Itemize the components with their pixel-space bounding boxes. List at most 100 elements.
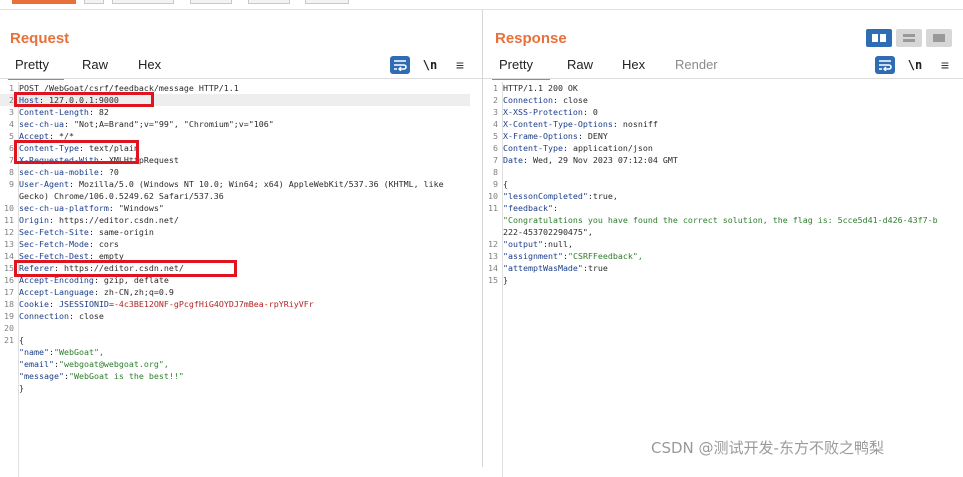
line-text: X-Content-Type-Options: nosniff (503, 119, 658, 129)
line-text: Origin: https://editor.csdn.net/ (19, 215, 179, 225)
highlight-box-referer (14, 260, 237, 277)
line-text: { (503, 179, 508, 189)
line-number: 13 (4, 239, 14, 249)
code-line: 222-453702290475", (484, 226, 960, 238)
code-line: 6 Content-Type: application/json (484, 142, 960, 154)
response-pane: Response Pretty Raw Hex Render \n ≡ 1 HTT… (483, 10, 963, 477)
code-line: 3 Content-Length: 82 (0, 106, 470, 118)
request-title: Request (10, 30, 70, 47)
tab-raw[interactable]: Raw (82, 57, 108, 72)
line-text: Content-Length: 82 (19, 107, 109, 117)
line-text: "feedback": (503, 203, 558, 213)
layout-toggle (866, 29, 956, 47)
line-number: 11 (488, 203, 498, 213)
watermark: CSDN @测试开发-东方不败之鸭梨 (651, 439, 884, 457)
tab-hex[interactable]: Hex (622, 57, 645, 72)
menu-icon[interactable]: ≡ (450, 56, 470, 74)
line-text: "Congratulations you have found the corr… (503, 215, 938, 225)
top-tab[interactable] (248, 0, 290, 4)
tab-raw[interactable]: Raw (567, 57, 593, 72)
line-number: 12 (4, 227, 14, 237)
code-line: 9 User-Agent: Mozilla/5.0 (Windows NT 10.… (0, 178, 470, 190)
tab-pretty[interactable]: Pretty (499, 57, 533, 72)
request-pane: Request Pretty Raw Hex \n ≡ 1 POST /WebGo… (0, 10, 483, 477)
line-number: 8 (9, 167, 14, 177)
line-text: "output":null, (503, 239, 573, 249)
line-text: Accept-Language: zh-CN,zh;q=0.9 (19, 287, 174, 297)
line-number: 9 (493, 179, 498, 189)
line-number: 5 (9, 131, 14, 141)
line-number: 6 (9, 143, 14, 153)
code-line: 4 X-Content-Type-Options: nosniff (484, 118, 960, 130)
line-text: Cookie: JSESSIONID=-4c3BE12ONF-gPcgfHiG4… (19, 299, 314, 309)
line-text: 222-453702290475", (503, 227, 593, 237)
word-wrap-button[interactable] (875, 56, 895, 74)
code-line: 11 Origin: https://editor.csdn.net/ (0, 214, 470, 226)
top-tab[interactable] (305, 0, 349, 4)
line-number: 3 (9, 107, 14, 117)
line-text: { (19, 335, 24, 345)
divider (483, 78, 963, 79)
code-line: 10 "lessonCompleted":true, (484, 190, 960, 202)
line-text: Gecko) Chrome/106.0.5249.62 Safari/537.3… (19, 191, 224, 201)
code-line: 11 "feedback": (484, 202, 960, 214)
line-text: X-Frame-Options: DENY (503, 131, 608, 141)
code-line: 7 Date: Wed, 29 Nov 2023 07:12:04 GMT (484, 154, 960, 166)
code-line: "email":"webgoat@webgoat.org", (0, 358, 470, 370)
code-line: 9{ (484, 178, 960, 190)
newline-toggle-button[interactable]: \n (905, 56, 925, 74)
line-number: 3 (493, 107, 498, 117)
divider (0, 78, 482, 79)
top-tab[interactable] (112, 0, 174, 4)
line-number: 4 (493, 119, 498, 129)
line-text: "email":"webgoat@webgoat.org", (19, 359, 169, 369)
line-text: Content-Type: application/json (503, 143, 653, 153)
code-line: 8 (484, 166, 960, 178)
line-number: 1 (493, 83, 498, 93)
line-text: HTTP/1.1 200 OK (503, 83, 578, 93)
code-line: "Congratulations you have found the corr… (484, 214, 960, 226)
line-text: Connection: close (19, 311, 104, 321)
code-line: 18 Cookie: JSESSIONID=-4c3BE12ONF-gPcgfHi… (0, 298, 470, 310)
layout-stacked-button[interactable] (896, 29, 922, 47)
line-text: sec-ch-ua-platform: "Windows" (19, 203, 164, 213)
line-text: sec-ch-ua-mobile: ?0 (19, 167, 119, 177)
highlight-box-host (14, 92, 154, 107)
code-line: 5 X-Frame-Options: DENY (484, 130, 960, 142)
line-number: 8 (493, 167, 498, 177)
top-tab[interactable] (84, 0, 104, 4)
tab-hex[interactable]: Hex (138, 57, 161, 72)
line-text: User-Agent: Mozilla/5.0 (Windows NT 10.0… (19, 179, 444, 189)
code-line: 21 { (0, 334, 470, 346)
newline-toggle-button[interactable]: \n (420, 56, 440, 74)
line-number: 10 (4, 203, 14, 213)
line-text: sec-ch-ua: "Not;A=Brand";v="99", "Chromi… (19, 119, 274, 129)
line-text: "message":"WebGoat is the best!!" (19, 371, 184, 381)
tab-render[interactable]: Render (675, 57, 718, 72)
code-line: 3 X-XSS-Protection: 0 (484, 106, 960, 118)
line-text: Date: Wed, 29 Nov 2023 07:12:04 GMT (503, 155, 678, 165)
code-line: "name":"WebGoat", (0, 346, 470, 358)
request-editor[interactable]: 1 POST /WebGoat/csrf/feedback/message HTT… (0, 82, 470, 394)
line-number: 12 (488, 239, 498, 249)
line-text: Sec-Fetch-Mode: cors (19, 239, 119, 249)
line-number: 14 (4, 251, 14, 261)
code-line: 4 sec-ch-ua: "Not;A=Brand";v="99", "Chrom… (0, 118, 470, 130)
layout-side-by-side-button[interactable] (866, 29, 892, 47)
top-tab-strip (0, 0, 963, 9)
response-editor[interactable]: 1 HTTP/1.1 200 OK 2 Connection: close 3 X-XSS… (484, 82, 960, 286)
line-text: "assignment":"CSRFFeedback", (503, 251, 643, 261)
menu-icon[interactable]: ≡ (935, 56, 955, 74)
word-wrap-button[interactable] (390, 56, 410, 74)
code-line: 14 "attemptWasMade":true (484, 262, 960, 274)
line-number: 2 (493, 95, 498, 105)
line-number: 7 (9, 155, 14, 165)
code-line: Gecko) Chrome/106.0.5249.62 Safari/537.3… (0, 190, 470, 202)
code-line: 20 (0, 322, 470, 334)
line-text: "lessonCompleted":true, (503, 191, 618, 201)
top-tab-active[interactable] (12, 0, 76, 4)
top-tab[interactable] (190, 0, 232, 4)
layout-tabbed-button[interactable] (926, 29, 952, 47)
tab-pretty[interactable]: Pretty (15, 57, 49, 72)
line-number: 10 (488, 191, 498, 201)
